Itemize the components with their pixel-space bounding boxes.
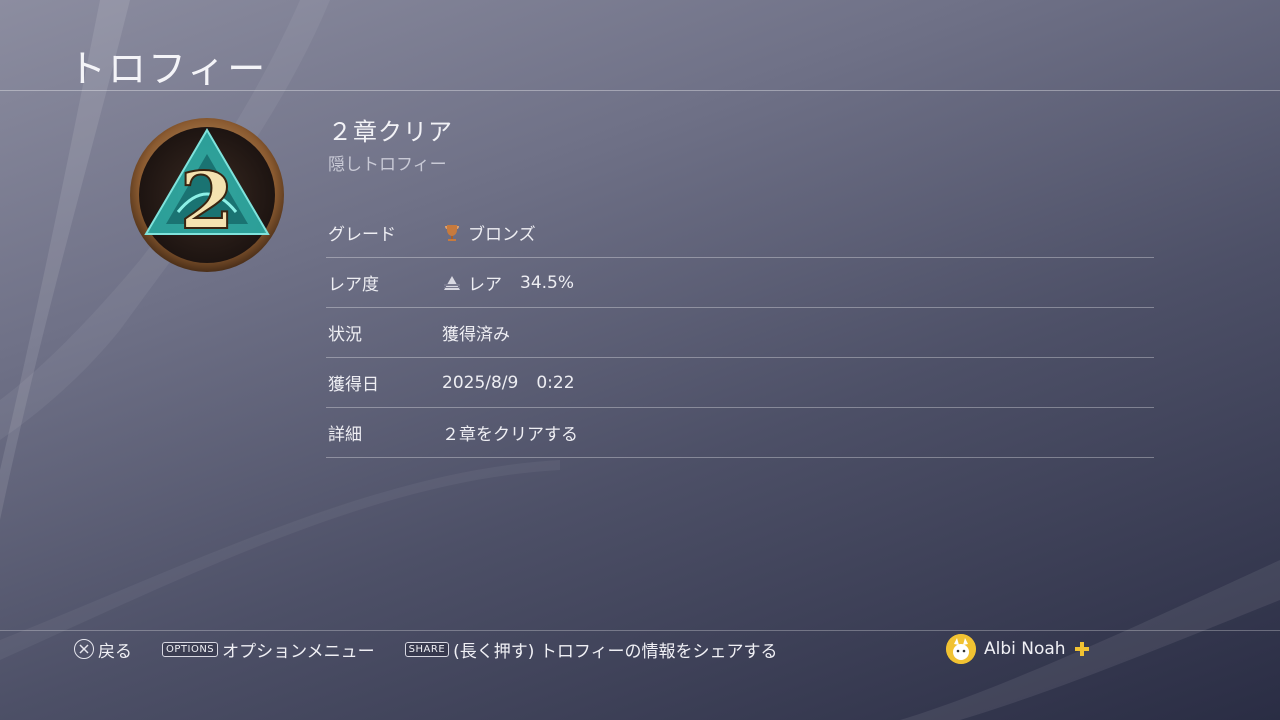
status-row: 状況 獲得済み [326,308,1154,358]
rarity-label: レア度 [328,275,379,295]
user-name: Albi Noah [984,639,1066,659]
trophy-icon[interactable]: 2 [128,116,286,274]
grade-value-group: ブロンズ [442,220,536,245]
user-profile[interactable]: Albi Noah [946,634,1090,664]
earned-date: 2025/8/9 [442,372,519,393]
description-label: 詳細 [328,425,362,445]
earned-date-label: 獲得日 [328,375,379,395]
earned-time: 0:22 [536,372,575,393]
earned-date-row: 獲得日 2025/8/9 0:22 [326,358,1154,408]
description-value: ２章をクリアする [442,425,578,445]
options-label: オプションメニュー [222,641,375,662]
rarity-row: レア度 レア 34.5% [326,258,1154,308]
cross-button-icon [74,639,94,659]
status-label: 状況 [328,325,362,345]
bronze-trophy-icon [445,224,459,241]
share-label: (長く押す) トロフィーの情報をシェアする [453,641,778,662]
grade-value: ブロンズ [468,225,536,245]
back-action[interactable]: 戻る [74,637,132,662]
back-label: 戻る [98,641,132,662]
rarity-value-group: レア 34.5% [442,270,574,295]
footer-bar: 戻る OPTIONS オプションメニュー SHARE (長く押す) トロフィーの… [74,634,1214,664]
page-title: トロフィー [68,47,268,91]
svg-text:2: 2 [180,156,234,247]
share-key-icon: SHARE [404,641,450,657]
ps-plus-icon [1074,642,1089,656]
avatar [946,634,976,664]
options-key-icon: OPTIONS [162,641,219,657]
trophy-details-table: グレード ブロンズ レア度 レア 34.5% 状況 獲得済み 獲得日 2025/… [326,208,1154,458]
grade-label: グレード [328,225,396,245]
header-divider [0,90,1280,91]
rarity-value: レア [468,275,502,295]
share-action[interactable]: SHARE (長く押す) トロフィーの情報をシェアする [404,637,778,662]
rarity-percent: 34.5% [520,272,575,293]
footer-divider [0,630,1280,631]
options-action[interactable]: OPTIONS オプションメニュー [162,637,375,662]
earned-date-value-group: 2025/8/9 0:22 [442,373,575,393]
trophy-name: ２章クリア [328,118,453,146]
grade-row: グレード ブロンズ [326,208,1154,258]
description-row: 詳細 ２章をクリアする [326,408,1154,458]
trophy-subtitle: 隠しトロフィー [328,155,447,175]
status-value: 獲得済み [442,325,510,345]
rarity-pyramid-icon [444,275,460,290]
